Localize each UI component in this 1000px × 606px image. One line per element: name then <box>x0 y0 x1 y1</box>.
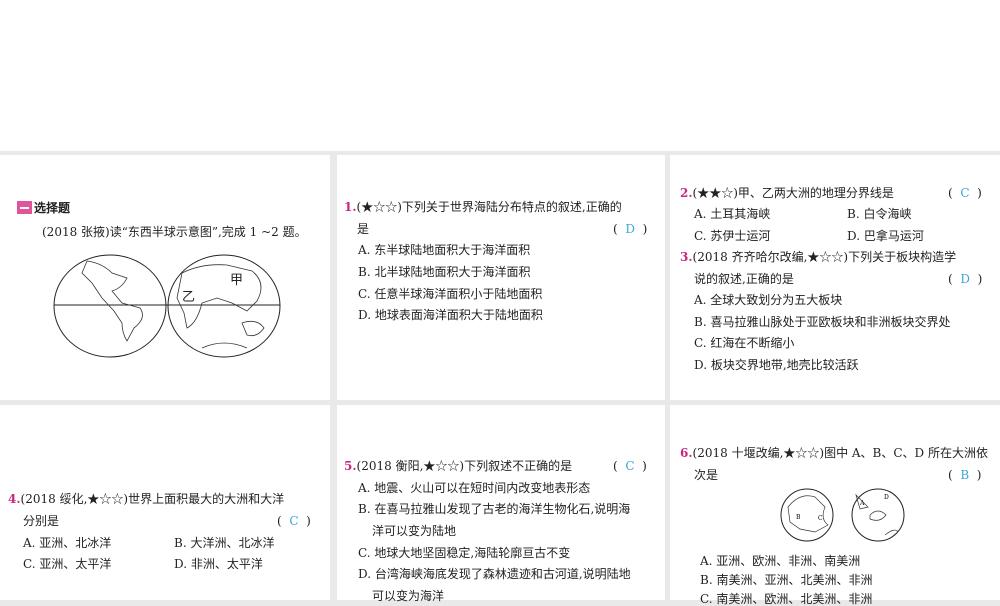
section-header: 选择题 <box>17 199 70 216</box>
question-6-option-b: B. 南美洲、亚洲、北美洲、非洲 <box>700 573 873 587</box>
hemisphere-map: 甲 乙 <box>53 254 281 358</box>
question-2-option-b: B. 白令海峡 <box>847 207 912 221</box>
question-6-stem: 6.(2018 十堰改编,★☆☆)图中 A、B、C、D 所在大洲依 <box>680 446 988 460</box>
question-1-option-a: A. 东半球陆地面积大于海洋面积 <box>358 243 531 257</box>
question-2-answer: ( C ) <box>948 186 982 200</box>
polar-maps: A B C D <box>780 488 905 542</box>
question-2-option-c: C. 苏伊士运河 <box>694 229 771 243</box>
question-5-option-c: C. 地球大地坚固稳定,海陆轮廓亘古不变 <box>358 546 571 560</box>
map-label-c: C <box>818 515 823 522</box>
question-1-stem-cont: 是 <box>357 222 370 236</box>
map-label-d: D <box>884 494 889 501</box>
question-1-option-d: D. 地球表面海洋面积大于陆地面积 <box>358 308 543 322</box>
question-5-stem: 5.(2018 衡阳,★☆☆)下列叙述不正确的是 <box>344 459 573 473</box>
map-label-yi: 乙 <box>182 290 195 305</box>
question-6-answer: ( B ) <box>948 468 982 482</box>
question-4-option-c: C. 亚洲、太平洋 <box>23 557 112 571</box>
question-4-stem-cont: 分别是 <box>23 514 60 528</box>
question-2-stem: 2.(★★☆)甲、乙两大洲的地理分界线是 <box>680 186 894 200</box>
question-3-option-a: A. 全球大致划分为五大板块 <box>694 293 843 307</box>
question-5-option-b-cont: 洋可以变为陆地 <box>372 524 457 538</box>
question-5-option-a: A. 地震、火山可以在短时间内改变地表形态 <box>358 481 591 495</box>
question-4-option-b: B. 大洋洲、北冰洋 <box>174 536 275 550</box>
question-1-stem: 1.(★☆☆)下列关于世界海陆分布特点的叙述,正确的 <box>344 200 622 214</box>
question-4-option-a: A. 亚洲、北冰洋 <box>23 536 112 550</box>
question-1-option-b: B. 北半球陆地面积大于海洋面积 <box>358 265 531 279</box>
question-4-answer: ( C ) <box>277 514 311 528</box>
question-6-stem-cont: 次是 <box>694 468 719 482</box>
question-5-option-b: B. 在喜马拉雅山发现了古老的海洋生物化石,说明海 <box>358 502 631 516</box>
map-label-jia: 甲 <box>230 273 243 288</box>
question-2-option-a: A. 土耳其海峡 <box>694 207 771 221</box>
question-4-option-d: D. 非洲、太平洋 <box>174 557 263 571</box>
question-6-option-a: A. 亚洲、欧洲、非洲、南美洲 <box>700 554 861 568</box>
question-1-answer: ( D ) <box>613 222 648 236</box>
top-blank-area <box>0 0 1000 151</box>
question-5-option-d: D. 台湾海峡海底发现了森林遗迹和古河道,说明陆地 <box>358 567 631 581</box>
section-title: 选择题 <box>34 201 71 215</box>
question-5-option-d-cont: 可以变为海洋 <box>372 589 445 603</box>
question-1-option-c: C. 任意半球海洋面积小于陆地面积 <box>358 287 543 301</box>
question-4-stem: 4.(2018 绥化,★☆☆)世界上面积最大的大洲和大洋 <box>8 492 285 506</box>
question-5-answer: ( C ) <box>613 459 647 473</box>
question-3-stem-cont: 说的叙述,正确的是 <box>694 272 794 286</box>
question-6-option-c: C. 南美洲、欧洲、北美洲、非洲 <box>700 592 873 606</box>
map-label-b: B <box>796 514 801 521</box>
question-3-option-b: B. 喜马拉雅山脉处于亚欧板块和非洲板块交界处 <box>694 315 951 329</box>
question-2-option-d: D. 巴拿马运河 <box>847 229 924 243</box>
map-label-a: A <box>859 500 865 507</box>
intro-text: (2018 张掖)读“东西半球示意图”,完成 1 ~2 题。 <box>42 225 307 239</box>
question-3-stem: 3.(2018 齐齐哈尔改编,★☆☆)下列关于板块构造学 <box>680 250 957 264</box>
question-3-answer: ( D ) <box>948 272 983 286</box>
section-badge-icon <box>17 201 32 214</box>
question-3-option-c: C. 红海在不断缩小 <box>694 336 795 350</box>
question-3-option-d: D. 板块交界地带,地壳比较活跃 <box>694 358 859 372</box>
